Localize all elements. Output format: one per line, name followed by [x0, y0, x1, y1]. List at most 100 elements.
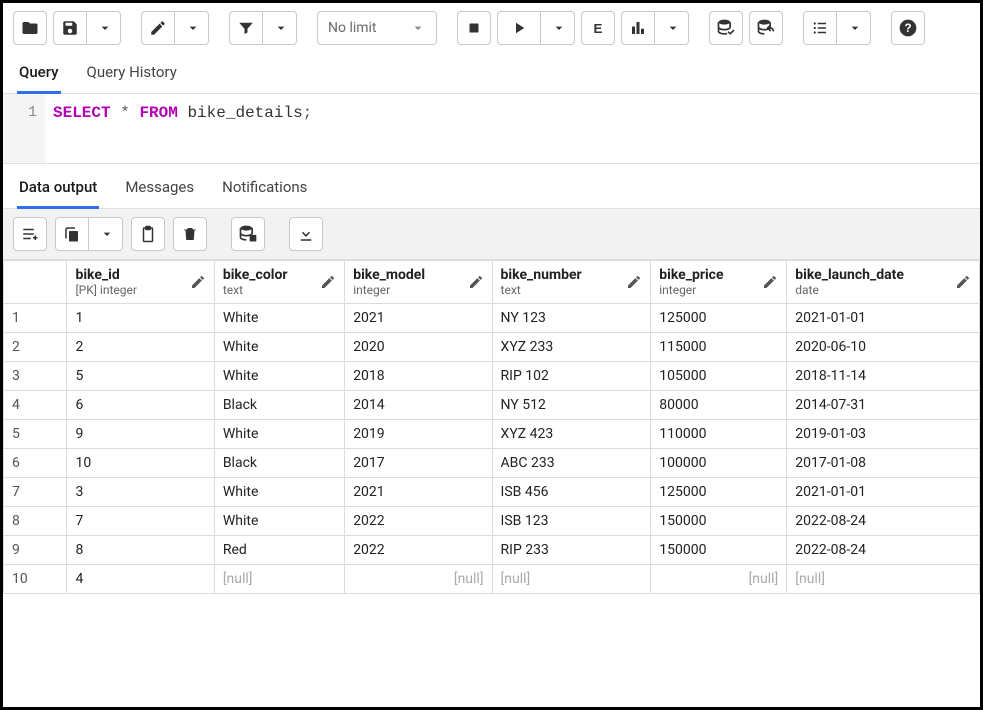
filter-button[interactable] [229, 11, 263, 45]
row-number[interactable]: 4 [4, 391, 67, 420]
table-row[interactable]: 46Black2014NY 512800002014-07-31 [4, 391, 980, 420]
row-number[interactable]: 7 [4, 478, 67, 507]
execute-dropdown-button[interactable] [541, 11, 575, 45]
data-grid-wrapper[interactable]: bike_id[PK] integerbike_colortextbike_mo… [3, 260, 980, 707]
row-number[interactable]: 10 [4, 565, 67, 594]
row-number[interactable]: 9 [4, 536, 67, 565]
cell-bike_id[interactable]: 3 [67, 478, 214, 507]
cell-bike_price[interactable]: 80000 [651, 391, 787, 420]
tab-messages[interactable]: Messages [123, 170, 196, 209]
cell-bike_launch_date[interactable]: 2022-08-24 [787, 536, 980, 565]
column-header-bike_id[interactable]: bike_id[PK] integer [67, 261, 214, 304]
cell-bike_price[interactable]: [null] [651, 565, 787, 594]
cell-bike_color[interactable]: Red [214, 536, 344, 565]
cell-bike_model[interactable]: 2021 [345, 478, 492, 507]
copy-dropdown-button[interactable] [89, 217, 123, 251]
cell-bike_price[interactable]: 105000 [651, 362, 787, 391]
pencil-icon[interactable] [468, 274, 484, 290]
cell-bike_model[interactable]: 2022 [345, 507, 492, 536]
cell-bike_model[interactable]: 2022 [345, 536, 492, 565]
pencil-icon[interactable] [190, 274, 206, 290]
paste-button[interactable] [131, 217, 165, 251]
cell-bike_launch_date[interactable]: 2022-08-24 [787, 507, 980, 536]
cell-bike_id[interactable]: 7 [67, 507, 214, 536]
column-header-bike_model[interactable]: bike_modelinteger [345, 261, 492, 304]
cell-bike_price[interactable]: 150000 [651, 536, 787, 565]
tab-data-output[interactable]: Data output [17, 170, 99, 209]
cell-bike_price[interactable]: 125000 [651, 478, 787, 507]
pencil-icon[interactable] [762, 274, 778, 290]
cell-bike_launch_date[interactable]: 2019-01-03 [787, 420, 980, 449]
cell-bike_model[interactable]: [null] [345, 565, 492, 594]
edit-dropdown-button[interactable] [175, 11, 209, 45]
row-number[interactable]: 6 [4, 449, 67, 478]
row-number[interactable]: 8 [4, 507, 67, 536]
row-number[interactable]: 2 [4, 333, 67, 362]
cell-bike_number[interactable]: ABC 233 [492, 449, 651, 478]
cell-bike_model[interactable]: 2019 [345, 420, 492, 449]
cell-bike_model[interactable]: 2020 [345, 333, 492, 362]
cell-bike_number[interactable]: XYZ 423 [492, 420, 651, 449]
cell-bike_id[interactable]: 5 [67, 362, 214, 391]
cell-bike_launch_date[interactable]: 2018-11-14 [787, 362, 980, 391]
download-button[interactable] [289, 217, 323, 251]
tab-query[interactable]: Query [17, 53, 61, 94]
cell-bike_color[interactable]: [null] [214, 565, 344, 594]
cell-bike_number[interactable]: RIP 102 [492, 362, 651, 391]
cell-bike_model[interactable]: 2018 [345, 362, 492, 391]
cell-bike_number[interactable]: NY 512 [492, 391, 651, 420]
cell-bike_number[interactable]: NY 123 [492, 304, 651, 333]
save-dropdown-button[interactable] [87, 11, 121, 45]
sql-editor[interactable]: 1 SELECT * FROM bike_details; [3, 94, 980, 164]
rollback-button[interactable] [749, 11, 783, 45]
cell-bike_launch_date[interactable]: 2021-01-01 [787, 478, 980, 507]
cell-bike_number[interactable]: ISB 123 [492, 507, 651, 536]
tab-query-history[interactable]: Query History [85, 53, 179, 94]
cell-bike_color[interactable]: White [214, 478, 344, 507]
tab-notifications[interactable]: Notifications [220, 170, 309, 209]
table-row[interactable]: 610Black2017ABC 2331000002017-01-08 [4, 449, 980, 478]
explain-button[interactable]: E [581, 11, 615, 45]
column-header-bike_color[interactable]: bike_colortext [214, 261, 344, 304]
editor-content[interactable]: SELECT * FROM bike_details; [45, 94, 320, 163]
cell-bike_number[interactable]: [null] [492, 565, 651, 594]
cell-bike_id[interactable]: 6 [67, 391, 214, 420]
cell-bike_id[interactable]: 1 [67, 304, 214, 333]
cell-bike_id[interactable]: 10 [67, 449, 214, 478]
table-row[interactable]: 35White2018RIP 1021050002018-11-14 [4, 362, 980, 391]
cell-bike_price[interactable]: 110000 [651, 420, 787, 449]
cell-bike_number[interactable]: ISB 456 [492, 478, 651, 507]
cell-bike_id[interactable]: 8 [67, 536, 214, 565]
table-row[interactable]: 11White2021NY 1231250002021-01-01 [4, 304, 980, 333]
cell-bike_color[interactable]: Black [214, 449, 344, 478]
cell-bike_color[interactable]: White [214, 333, 344, 362]
cell-bike_launch_date[interactable]: 2017-01-08 [787, 449, 980, 478]
pencil-icon[interactable] [626, 274, 642, 290]
cell-bike_color[interactable]: White [214, 362, 344, 391]
macros-dropdown-button[interactable] [837, 11, 871, 45]
cell-bike_price[interactable]: 150000 [651, 507, 787, 536]
open-file-button[interactable] [13, 11, 47, 45]
cell-bike_launch_date[interactable]: 2020-06-10 [787, 333, 980, 362]
row-limit-select[interactable]: No limit [317, 11, 437, 45]
cell-bike_launch_date[interactable]: [null] [787, 565, 980, 594]
row-number[interactable]: 5 [4, 420, 67, 449]
macros-button[interactable] [803, 11, 837, 45]
cell-bike_price[interactable]: 100000 [651, 449, 787, 478]
cell-bike_price[interactable]: 125000 [651, 304, 787, 333]
table-row[interactable]: 22White2020XYZ 2331150002020-06-10 [4, 333, 980, 362]
cell-bike_id[interactable]: 4 [67, 565, 214, 594]
cell-bike_launch_date[interactable]: 2021-01-01 [787, 304, 980, 333]
cell-bike_price[interactable]: 115000 [651, 333, 787, 362]
table-row[interactable]: 87White2022ISB 1231500002022-08-24 [4, 507, 980, 536]
cell-bike_color[interactable]: Black [214, 391, 344, 420]
table-row[interactable]: 59White2019XYZ 4231100002019-01-03 [4, 420, 980, 449]
filter-dropdown-button[interactable] [263, 11, 297, 45]
add-row-button[interactable] [13, 217, 47, 251]
column-header-bike_number[interactable]: bike_numbertext [492, 261, 651, 304]
cell-bike_model[interactable]: 2021 [345, 304, 492, 333]
cell-bike_model[interactable]: 2017 [345, 449, 492, 478]
delete-button[interactable] [173, 217, 207, 251]
table-row[interactable]: 73White2021ISB 4561250002021-01-01 [4, 478, 980, 507]
cell-bike_id[interactable]: 9 [67, 420, 214, 449]
